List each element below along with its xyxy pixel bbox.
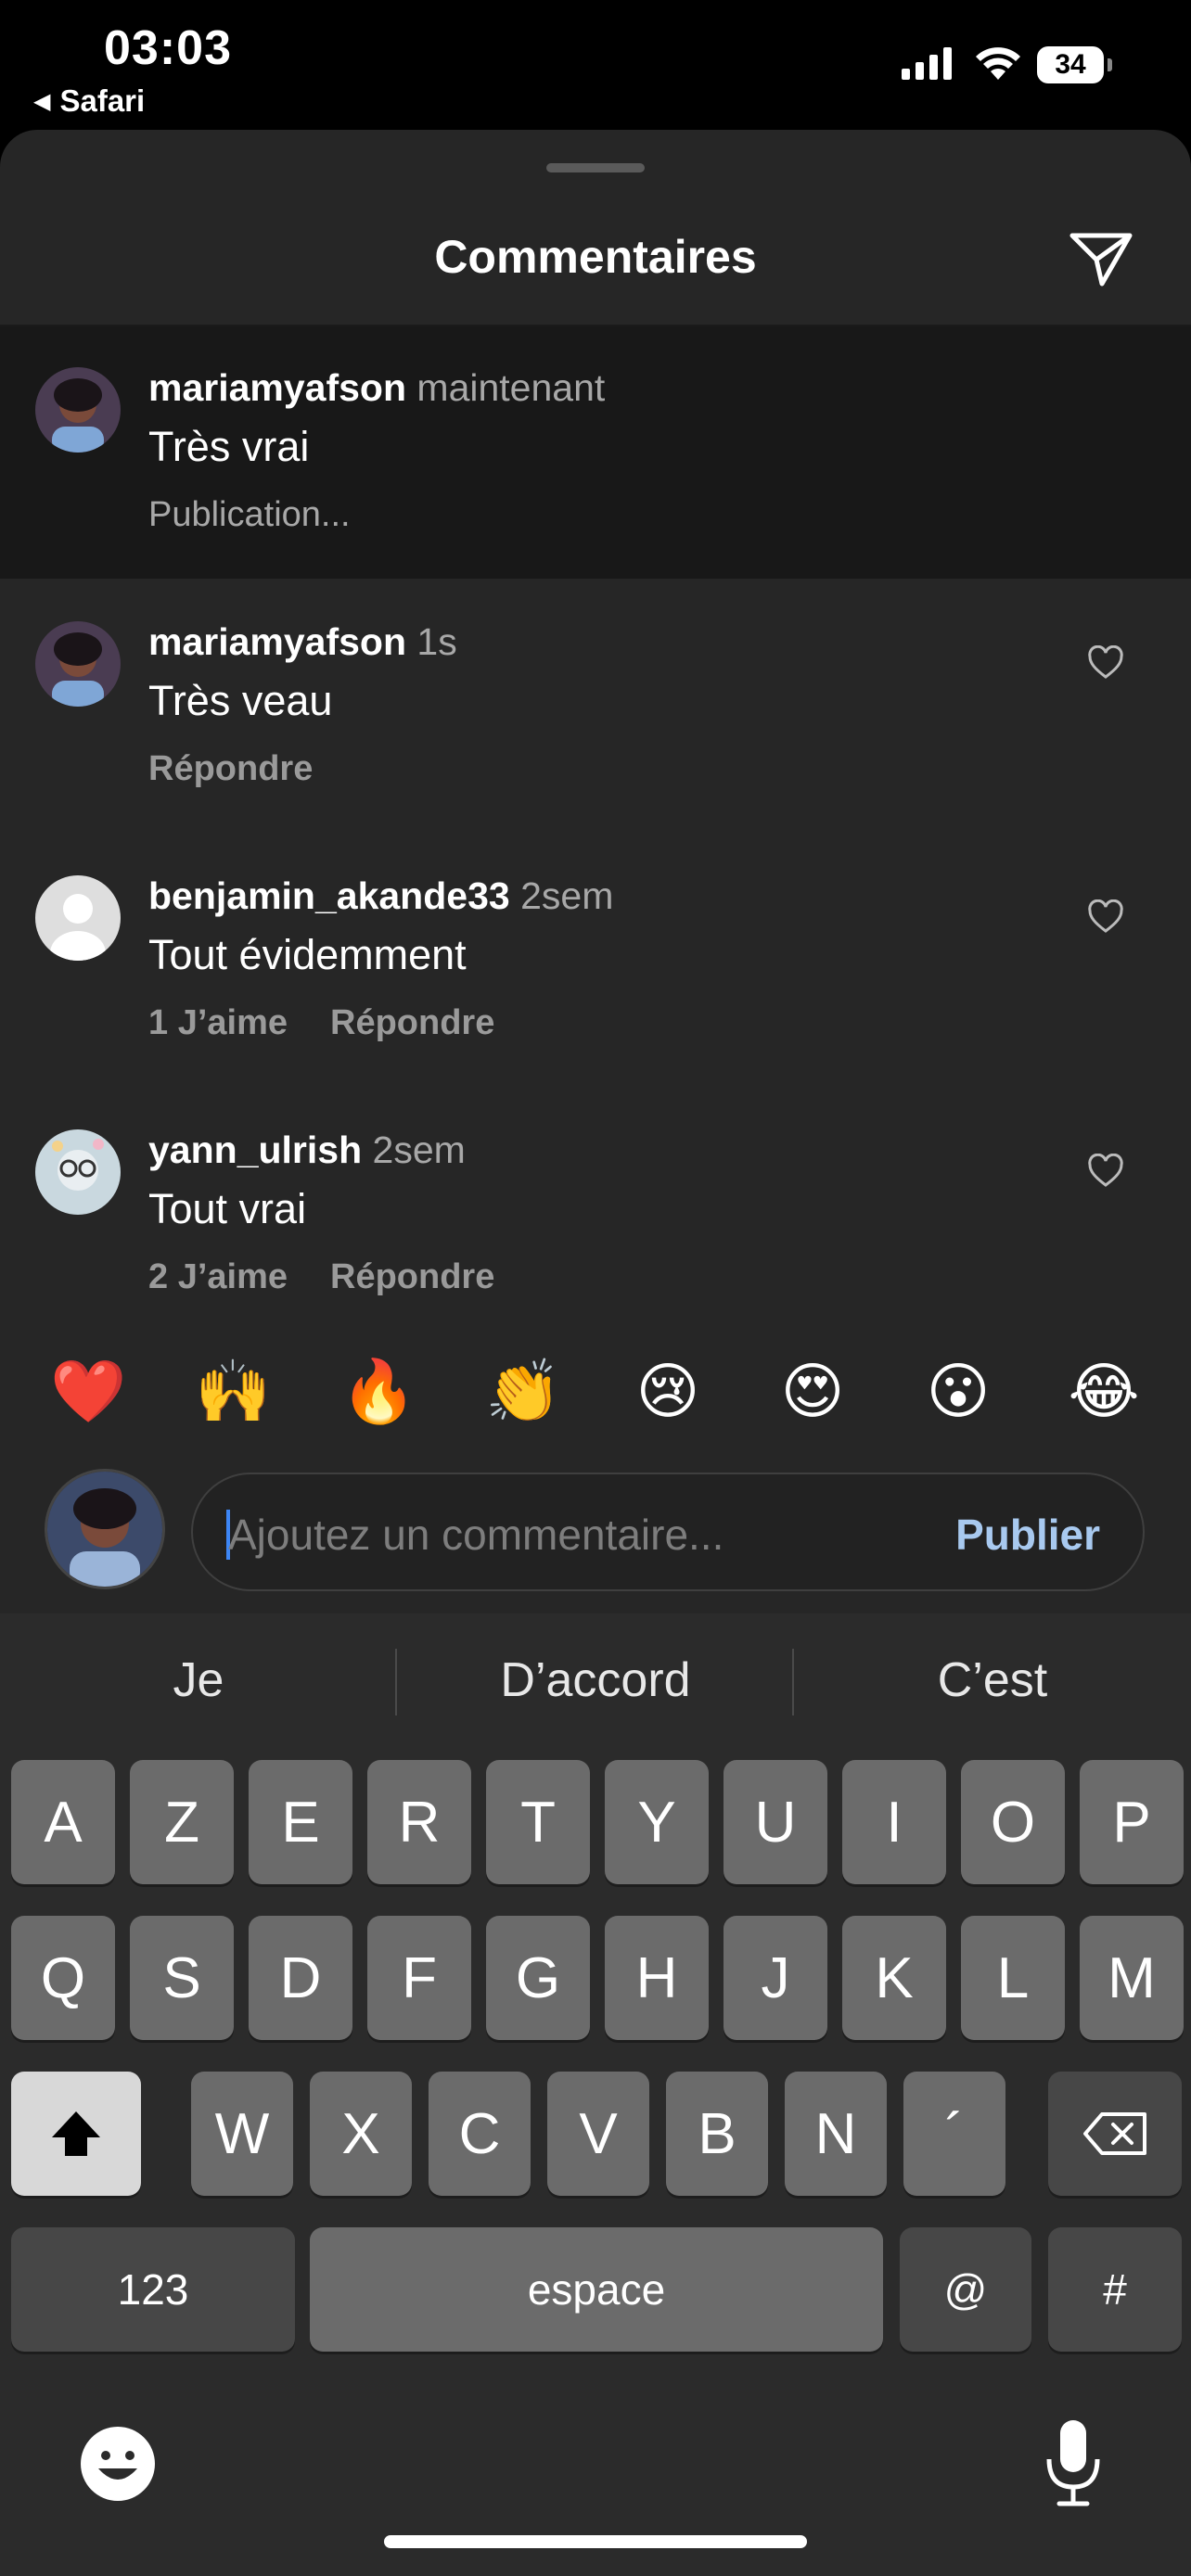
reply-button[interactable]: Répondre [148, 749, 313, 789]
key-s[interactable]: S [130, 1916, 234, 2040]
reaction-clapping[interactable]: 👏 [485, 1354, 561, 1428]
comment-composer: Ajoutez un commentaire... Publier [0, 1448, 1191, 1597]
key-y[interactable]: Y [605, 1760, 709, 1884]
like-heart-icon[interactable] [1087, 645, 1124, 681]
posting-status: Publication... [148, 495, 351, 534]
avatar[interactable] [35, 621, 121, 707]
emoji-keyboard-icon[interactable] [78, 2424, 158, 2504]
comment-text: Tout vrai [148, 1185, 307, 1232]
like-heart-icon[interactable] [1087, 899, 1124, 935]
backspace-icon [1083, 2112, 1146, 2155]
reaction-laughing[interactable]: 😂 [1067, 1354, 1141, 1428]
key-a[interactable]: A [11, 1760, 115, 1884]
reaction-heart[interactable]: ❤️ [50, 1354, 126, 1428]
key-c[interactable]: C [429, 2072, 531, 2196]
comment-time: 1s [416, 620, 457, 663]
keyboard: Je D’accord C’est A Z E R T Y U I O P Q … [0, 1613, 1191, 2576]
comment-username[interactable]: yann_ulrish [148, 1129, 362, 1171]
comment-item: mariamyafson 1s Très veau Répondre [0, 580, 1191, 833]
reaction-heart-eyes[interactable]: 😍 [775, 1354, 850, 1428]
shift-key[interactable] [11, 2072, 141, 2196]
comment-username[interactable]: benjamin_akande33 [148, 874, 510, 917]
likes-count[interactable]: 2 J’aime [148, 1257, 288, 1297]
reaction-raising-hands[interactable]: 🙌 [195, 1354, 271, 1428]
comment-time: maintenant [416, 366, 606, 409]
key-d[interactable]: D [249, 1916, 352, 2040]
comment-text: Très vrai [148, 423, 310, 470]
avatar[interactable] [35, 367, 121, 453]
reply-button[interactable]: Répondre [330, 1003, 494, 1043]
reaction-surprised[interactable]: 😮 [921, 1354, 995, 1428]
reaction-crying[interactable]: 😢 [631, 1354, 705, 1428]
key-b[interactable]: B [666, 2072, 768, 2196]
comment-username[interactable]: mariamyafson [148, 366, 406, 409]
status-bar: 03:03 ◀ Safari 34 [0, 0, 1191, 130]
key-t[interactable]: T [486, 1760, 590, 1884]
sheet-title: Commentaires [434, 231, 757, 283]
key-v[interactable]: V [547, 2072, 649, 2196]
key-f[interactable]: F [367, 1916, 471, 2040]
shift-arrow-icon [52, 2111, 100, 2156]
key-k[interactable]: K [842, 1916, 946, 2040]
key-r[interactable]: R [367, 1760, 471, 1884]
send-icon[interactable] [1069, 230, 1133, 287]
key-m[interactable]: M [1080, 1916, 1184, 2040]
key-z[interactable]: Z [130, 1760, 234, 1884]
microphone-icon[interactable] [1043, 2418, 1104, 2507]
comment-item: yann_ulrish 2sem Tout vrai 2 J’aime Répon… [0, 1089, 1191, 1341]
reply-button[interactable]: Répondre [330, 1257, 494, 1297]
battery-icon: 34 [1037, 46, 1112, 83]
comment-time: 2sem [372, 1129, 466, 1171]
space-key[interactable]: espace [310, 2227, 883, 2352]
key-x[interactable]: X [310, 2072, 412, 2196]
key-i[interactable]: I [842, 1760, 946, 1884]
key-e[interactable]: E [249, 1760, 352, 1884]
comment-placeholder: Ajoutez un commentaire... [228, 1511, 724, 1559]
comment-text: Très veau [148, 677, 333, 724]
key-n[interactable]: N [785, 2072, 887, 2196]
delete-key[interactable] [1048, 2072, 1182, 2196]
cellular-signal-icon [902, 46, 952, 80]
comment-username[interactable]: mariamyafson [148, 620, 406, 663]
suggestion-3[interactable]: C’est [794, 1652, 1191, 1708]
likes-count[interactable]: 1 J’aime [148, 1003, 288, 1043]
status-time: 03:03 [104, 21, 232, 75]
predictive-bar: Je D’accord C’est [0, 1613, 1191, 1753]
wifi-icon [976, 47, 1020, 80]
comment-item: benjamin_akande33 2sem Tout évidemment 1… [0, 835, 1191, 1087]
comment-input[interactable]: Ajoutez un commentaire... Publier [191, 1473, 1145, 1591]
key-j[interactable]: J [724, 1916, 827, 2040]
key-o[interactable]: O [961, 1760, 1065, 1884]
key-p[interactable]: P [1080, 1760, 1184, 1884]
numbers-key[interactable]: 123 [11, 2227, 295, 2352]
key-acute-accent[interactable]: ´ [903, 2072, 1005, 2196]
current-user-avatar [45, 1469, 165, 1589]
back-to-app-link[interactable]: ◀ Safari [33, 83, 145, 119]
avatar[interactable] [35, 875, 121, 961]
comment-text: Tout évidemment [148, 931, 467, 978]
home-indicator[interactable] [384, 2535, 807, 2548]
avatar[interactable] [35, 1129, 121, 1215]
comment-item: mariamyafson maintenant Très vrai Public… [0, 326, 1191, 579]
key-q[interactable]: Q [11, 1916, 115, 2040]
key-u[interactable]: U [724, 1760, 827, 1884]
publish-button[interactable]: Publier [955, 1510, 1100, 1560]
back-app-label: Safari [59, 83, 146, 118]
sheet-grabber[interactable] [546, 163, 645, 172]
at-key[interactable]: @ [900, 2227, 1031, 2352]
suggestion-2[interactable]: D’accord [397, 1652, 794, 1708]
key-g[interactable]: G [486, 1916, 590, 2040]
comment-time: 2sem [520, 874, 614, 917]
key-l[interactable]: L [961, 1916, 1065, 2040]
hash-key[interactable]: # [1048, 2227, 1182, 2352]
suggestion-1[interactable]: Je [0, 1652, 397, 1708]
key-w[interactable]: W [191, 2072, 293, 2196]
key-h[interactable]: H [605, 1916, 709, 2040]
back-triangle-icon: ◀ [33, 88, 51, 114]
like-heart-icon[interactable] [1087, 1154, 1124, 1189]
sheet-header: Commentaires [0, 130, 1191, 326]
reaction-fire[interactable]: 🔥 [340, 1354, 416, 1428]
